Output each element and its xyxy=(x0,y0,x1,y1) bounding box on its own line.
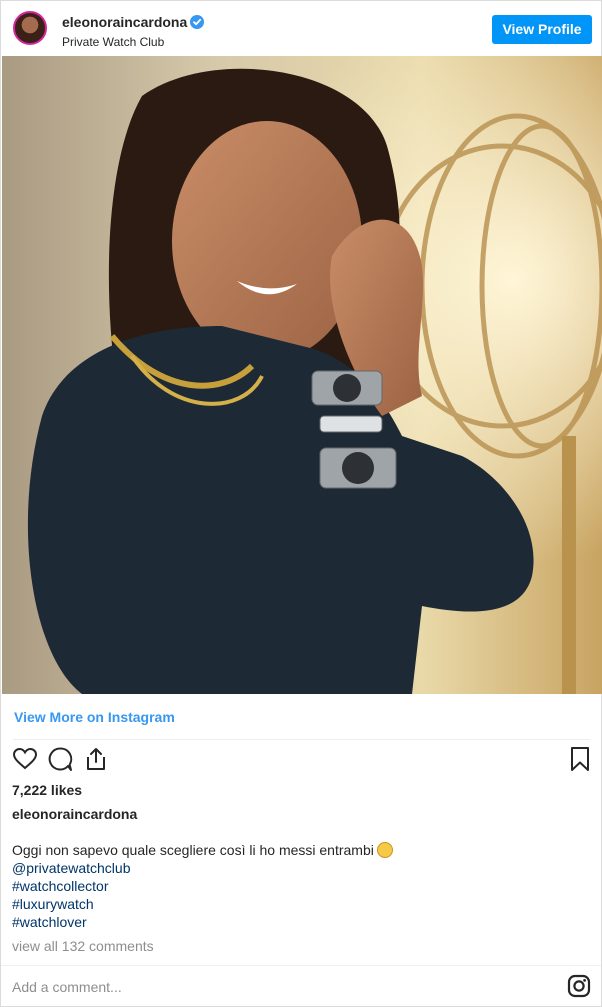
likes-count[interactable]: 7,222 likes xyxy=(12,782,82,798)
bookmark-icon[interactable] xyxy=(567,746,593,772)
post-header: eleonoraincardona Private Watch Club Vie… xyxy=(1,1,601,56)
instagram-embed-card: eleonoraincardona Private Watch Club Vie… xyxy=(0,0,602,1007)
divider xyxy=(1,965,601,966)
grinning-emoji-icon xyxy=(376,842,393,858)
caption-owner[interactable]: eleonoraincardona xyxy=(12,806,137,822)
post-photo[interactable] xyxy=(2,56,602,694)
caption-text: Oggi non sapevo quale scegliere così li … xyxy=(12,842,374,858)
user-info: eleonoraincardona Private Watch Club xyxy=(62,14,205,49)
hashtag-watchcollector[interactable]: #watchcollector xyxy=(12,877,393,895)
location-label[interactable]: Private Watch Club xyxy=(62,35,204,49)
mention-privatewatchclub[interactable]: @privatewatchclub xyxy=(12,859,393,877)
view-profile-button[interactable]: View Profile xyxy=(492,15,592,44)
post-image xyxy=(2,56,602,694)
view-more-link[interactable]: View More on Instagram xyxy=(14,709,175,725)
avatar[interactable] xyxy=(13,11,47,45)
action-bar xyxy=(1,746,601,776)
comment-icon[interactable] xyxy=(47,746,73,772)
verified-badge-icon xyxy=(190,15,205,29)
view-all-comments-link[interactable]: view all 132 comments xyxy=(12,938,154,954)
post-caption: Oggi non sapevo quale scegliere così li … xyxy=(12,841,393,931)
instagram-logo-icon[interactable] xyxy=(567,974,591,998)
divider xyxy=(13,739,590,740)
heart-icon[interactable] xyxy=(12,746,38,772)
username-link[interactable]: eleonoraincardona xyxy=(62,14,187,30)
share-icon[interactable] xyxy=(83,746,109,772)
hashtag-watchlover[interactable]: #watchlover xyxy=(12,913,393,931)
add-comment-input[interactable]: Add a comment... xyxy=(12,979,122,995)
hashtag-luxurywatch[interactable]: #luxurywatch xyxy=(12,895,393,913)
